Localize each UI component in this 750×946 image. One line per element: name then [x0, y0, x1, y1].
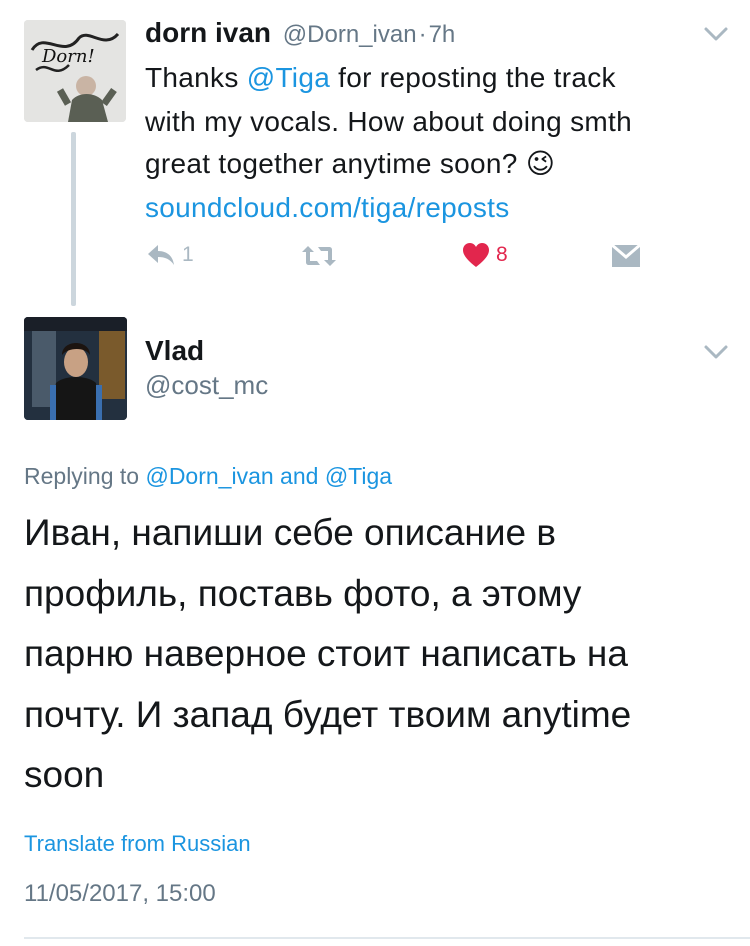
replying-user-dorn[interactable]: @Dorn_ivan: [145, 463, 273, 489]
tweet-time[interactable]: 7h: [429, 21, 456, 48]
replying-prefix: Replying to: [24, 463, 140, 489]
separator-dot: ·: [418, 21, 427, 48]
reply-count: 1: [182, 243, 194, 266]
avatar-vlad[interactable]: [24, 317, 127, 420]
author-handle[interactable]: @Dorn_ivan: [283, 21, 417, 48]
text-line-1: Thanks @Tiga for reposting the track: [145, 56, 725, 100]
body-line-1: Иван, напиши себе описание в: [24, 512, 557, 553]
wink-emoji: 😉: [525, 147, 556, 180]
main-author-name[interactable]: Vlad: [145, 333, 204, 369]
text-thanks: Thanks: [145, 62, 239, 93]
parent-tweet-header: dorn ivan @Dorn_ivan·7h: [145, 14, 455, 54]
body-line-2: профиль, поставь фото, а этому: [24, 572, 582, 614]
tweet-timestamp[interactable]: 11/05/2017, 15:00: [24, 878, 216, 910]
mention-tiga[interactable]: @Tiga: [247, 62, 330, 93]
text-line-2: with my vocals. How about doing smth: [145, 106, 633, 137]
avatar-image: Dorn!: [24, 20, 126, 122]
translate-link[interactable]: Translate from Russian: [24, 829, 251, 859]
soundcloud-link[interactable]: soundcloud.com/tiga/reposts: [145, 186, 725, 230]
text-after-mention: for reposting the track: [330, 62, 616, 93]
chevron-down-icon[interactable]: [703, 26, 729, 47]
retweet-button[interactable]: [300, 244, 338, 268]
replying-user-tiga[interactable]: @Tiga: [325, 463, 392, 489]
retweet-icon: [302, 246, 336, 266]
chevron-down-icon[interactable]: [703, 344, 729, 365]
avatar-dorn-ivan[interactable]: Dorn!: [24, 20, 126, 122]
thread-line: [71, 132, 76, 306]
body-line-5: soon: [24, 754, 105, 795]
direct-message-button[interactable]: [611, 243, 641, 269]
divider: [24, 937, 750, 939]
main-tweet-text: Иван, напиши себе описание в профиль, по…: [24, 503, 734, 806]
body-line-3: парню наверное стоит написать на: [24, 633, 628, 674]
replying-to: Replying to @Dorn_ivan and @Tiga: [24, 460, 392, 492]
svg-text:Dorn!: Dorn!: [41, 46, 95, 67]
like-count: 8: [496, 243, 508, 266]
envelope-icon: [611, 243, 641, 267]
text-line-3-words: great together anytime soon?: [145, 148, 518, 179]
text-line-3: great together anytime soon? 😉: [145, 142, 725, 186]
parent-tweet-text: Thanks @Tiga for reposting the track wit…: [145, 56, 725, 230]
body-line-4: почту. И запад будет твоим anytime: [24, 693, 632, 735]
author-name[interactable]: dorn ivan: [145, 17, 271, 48]
like-button[interactable]: 8: [462, 242, 508, 268]
avatar-image: [24, 317, 127, 420]
reply-button[interactable]: 1: [146, 243, 194, 267]
main-author-handle[interactable]: @cost_mc: [145, 368, 268, 402]
heart-icon: [463, 243, 489, 267]
reply-icon: [148, 245, 174, 265]
replying-and: and: [280, 463, 319, 489]
